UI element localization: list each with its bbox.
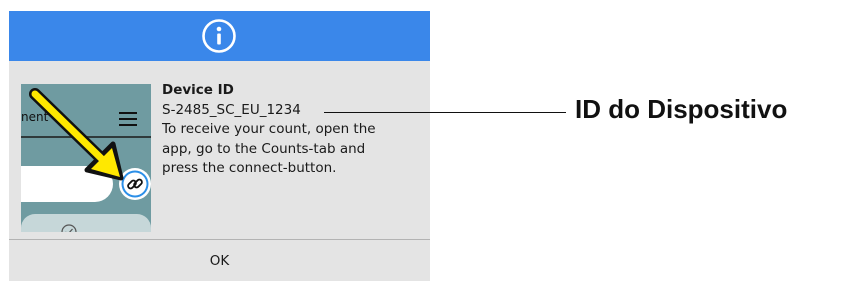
instruction-line-1: To receive your count, open the — [162, 121, 376, 137]
instruction-line-3: press the connect-button. — [162, 160, 337, 176]
callout-line — [324, 112, 566, 113]
device-info-text: Device ID S-2485_SC_EU_1234 To receive y… — [162, 81, 422, 179]
info-dialog: nent Device ID S-2485_SC_EU_1234 To rece… — [9, 11, 430, 281]
instruction-line-2: app, go to the Counts-tab and — [162, 140, 366, 157]
instruction-thumbnail: nent — [21, 84, 151, 232]
device-id-title: Device ID — [162, 82, 234, 98]
yellow-arrow-icon — [29, 88, 124, 181]
info-icon — [202, 19, 236, 53]
ok-button[interactable]: OK — [9, 240, 430, 281]
device-id-value: S-2485_SC_EU_1234 — [162, 101, 301, 118]
dialog-header — [9, 11, 430, 61]
callout-label: ID do Dispositivo — [575, 94, 788, 124]
